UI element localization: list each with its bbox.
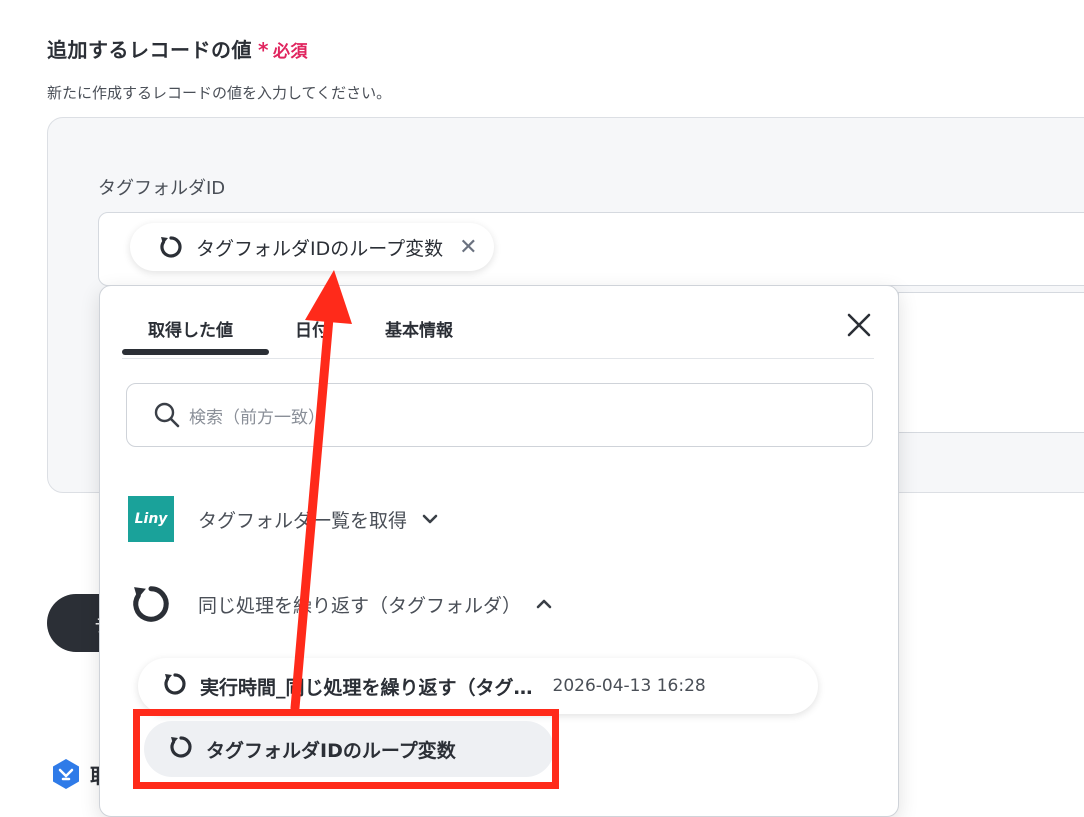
section-description: 新たに作成するレコードの値を入力してください。	[47, 84, 392, 102]
picker-tabs: 取得した値 日付 基本情報	[122, 286, 874, 359]
group-repeat-process[interactable]: 同じ処理を繰り返す（タグフォルダ）	[128, 582, 553, 626]
highlight-box	[133, 709, 559, 789]
search-input[interactable]: 検索（前方一致）	[126, 383, 873, 447]
chevron-down-icon	[421, 509, 439, 530]
loop-icon	[162, 671, 188, 701]
required-asterisk: *	[258, 38, 269, 62]
tab-date[interactable]: 日付	[295, 316, 329, 341]
app-hex-icon	[50, 758, 82, 790]
chevron-up-icon	[535, 594, 553, 615]
tab-basic-info[interactable]: 基本情報	[385, 316, 453, 341]
section-title-text: 追加するレコードの値	[47, 38, 252, 62]
list-item[interactable]: 実行時間_同じ処理を繰り返す（タグ… 2026-04-13 16:28	[138, 658, 818, 714]
search-icon	[154, 402, 180, 428]
required-label: 必須	[272, 42, 308, 62]
field-label: タグフォルダID	[98, 178, 226, 199]
chip-remove-icon[interactable]: ✕	[459, 235, 477, 260]
loop-icon	[158, 234, 184, 260]
item-value: 2026-04-13 16:28	[552, 676, 706, 696]
group-label: タグフォルダ一覧を取得	[198, 509, 408, 532]
group-tag-folder-list[interactable]: Liny タグフォルダ一覧を取得	[128, 496, 439, 542]
liny-logo: Liny	[128, 496, 174, 542]
chip-label: タグフォルダIDのループ変数	[196, 237, 444, 260]
background-field-row	[898, 362, 1084, 433]
group-label: 同じ処理を繰り返す（タグフォルダ）	[198, 594, 522, 617]
background-field-row	[898, 292, 1084, 364]
search-placeholder: 検索（前方一致）	[189, 408, 325, 428]
loop-icon	[128, 582, 174, 626]
tab-acquired-values[interactable]: 取得した値	[148, 316, 233, 341]
item-label: 実行時間_同じ処理を繰り返す（タグ…	[200, 676, 533, 699]
active-tab-indicator	[122, 349, 269, 355]
section-title: 追加するレコードの値 * 必須	[47, 34, 308, 63]
value-chip[interactable]: タグフォルダIDのループ変数 ✕	[130, 223, 494, 271]
close-icon[interactable]	[842, 308, 876, 342]
